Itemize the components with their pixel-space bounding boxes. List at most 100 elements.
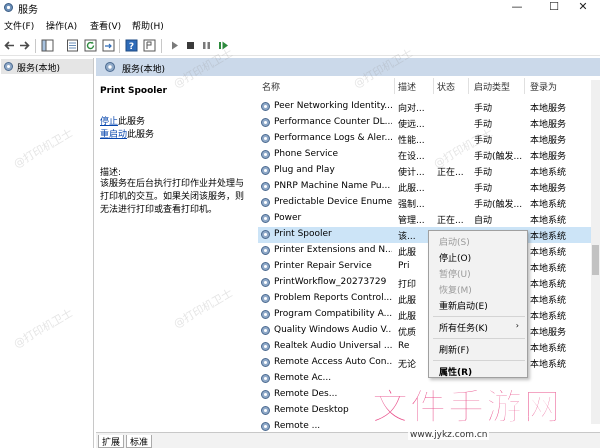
gear-icon [261,182,270,191]
restart-service-row: 重启动此服务 [100,127,154,140]
service-logon-as: 本地系统 [530,216,567,226]
properties-sheet-icon[interactable] [66,39,79,52]
export-list-icon[interactable] [102,39,115,52]
gear-icon [261,358,270,367]
stop-service-row: 停止此服务 [100,114,145,127]
service-name: Print Spooler [274,229,332,239]
tab-extended[interactable]: 扩展 [98,435,125,448]
service-name: Power [274,213,302,223]
stop-service-suffix: 此服务 [118,117,146,127]
service-description: 该服务在后台执行打印作业并处理与打印机的交互。如果关闭该服务，则无法进行打印或查… [100,179,245,215]
tree-item-services-local[interactable]: 服务(本地) [1,59,93,74]
toolbar: ? [0,36,600,56]
service-row[interactable]: Performance Logs & Aler... 性能... 手动 本地服务 [258,131,600,147]
service-description-cell: 管理... [398,216,425,226]
gear-icon [261,134,270,143]
forward-arrow-icon[interactable] [18,39,31,52]
back-arrow-icon[interactable] [3,39,16,52]
scrollbar-thumb[interactable] [592,245,599,275]
service-logon-as: 本地服务 [530,136,567,146]
service-logon-as: 本地服务 [530,184,567,194]
service-name: PNRP Machine Name Pu... [274,181,391,191]
minimize-button[interactable]: — [500,0,534,14]
gear-icon [261,406,270,415]
context-properties[interactable]: 属性(R) [439,365,472,378]
service-detail-pane: Print Spooler 停止此服务 重启动此服务 描述: 该服务在后台执行打… [96,76,250,432]
stop-service-icon[interactable] [184,39,197,52]
service-startup-type: 手动 [474,104,493,114]
gear-icon [105,62,115,72]
service-name-heading: Print Spooler [100,86,167,96]
service-row[interactable]: Plug and Play 使计... 正在... 手动 本地系统 [258,163,600,179]
description-label: 描述: [100,168,122,178]
service-row[interactable]: PNRP Machine Name Pu... 此服... 手动 本地服务 [258,179,600,195]
service-logon-as: 本地系统 [530,312,567,322]
service-name: PrintWorkflow_20273729 [274,277,387,287]
menu-file[interactable]: 文件(F) [4,19,34,32]
service-description-cell: 使远... [398,120,425,130]
logo-text: 文件手游网 [371,387,563,429]
service-description-cell: 强制... [398,200,425,210]
service-startup-type: 自动 [474,216,493,226]
close-button[interactable]: ✕ [566,0,600,14]
service-logon-as: 本地系统 [530,296,567,306]
service-row[interactable]: Power 管理... 正在... 自动 本地系统 [258,211,600,227]
service-name: Phone Service [274,149,339,159]
logo-url: www.jykz.com.cn [408,430,490,440]
service-description-cell: 性能... [398,136,425,146]
column-header-startup-type[interactable]: 启动类型 [474,80,510,93]
service-logon-as: 本地服务 [530,104,567,114]
context-refresh[interactable]: 刷新(F) [439,343,469,356]
service-name: Performance Logs & Aler... [274,133,392,143]
service-description-cell: Pri [398,261,410,271]
help-topics-icon[interactable] [143,39,156,52]
gear-icon [261,150,270,159]
tab-standard[interactable]: 标准 [126,435,153,448]
gear-icon [4,62,13,71]
service-status: 正在... [437,216,464,226]
gear-icon [261,214,270,223]
restart-service-link[interactable]: 重启动 [100,130,127,140]
show-tree-icon[interactable] [41,39,54,52]
service-startup-type: 手动 [474,168,493,178]
vertical-scrollbar[interactable] [591,80,600,424]
context-resume: 恢复(M) [439,286,472,296]
context-restart[interactable]: 重新启动(E) [439,299,488,312]
refresh-icon[interactable] [84,39,97,52]
stop-service-link[interactable]: 停止 [100,117,118,127]
context-stop[interactable]: 停止(O) [439,251,471,264]
gear-icon [261,326,270,335]
gear-icon [261,294,270,303]
menu-action[interactable]: 操作(A) [46,19,77,32]
column-header-name[interactable]: 名称 [262,80,280,93]
gear-icon [261,262,270,271]
service-logon-as: 本地系统 [530,264,567,274]
gear-icon [261,422,270,431]
service-row[interactable]: Performance Counter DL... 使远... 手动 本地服务 [258,115,600,131]
service-row[interactable]: Phone Service 在设... 手动(触发... 本地服务 [258,147,600,163]
service-description-cell: Re [398,341,410,351]
menu-view[interactable]: 查看(V) [90,19,121,32]
pause-service-icon[interactable] [200,39,213,52]
column-header-description[interactable]: 描述 [398,80,416,93]
service-name: Peer Networking Identity... [274,101,392,111]
service-description-cell: 此服 [398,296,417,306]
tree-pane: 服务(本地) [0,58,94,448]
help-icon[interactable]: ? [125,39,138,52]
window-title: 服务 [18,5,38,16]
service-row[interactable]: Predictable Device Enumera... 强制... 手动(触发.… [258,195,600,211]
column-header-logon-as[interactable]: 登录为 [530,80,557,93]
service-name: Program Compatibility A... [274,309,392,319]
service-description-cell: 向对... [398,104,425,114]
column-header-status[interactable]: 状态 [437,80,455,93]
service-description-cell: 在设... [398,152,425,162]
service-row[interactable]: Peer Networking Identity... 向对... 手动 本地服务 [258,99,600,115]
service-name: Remote Access Auto Con... [274,357,392,367]
service-logon-as: 本地系统 [530,168,567,178]
service-startup-type: 手动(触发... [474,152,523,162]
service-description-cell: 该... [398,232,416,242]
context-all-tasks[interactable]: 所有任务(K) [439,321,488,334]
menu-help[interactable]: 帮助(H) [132,19,164,32]
gear-icon [261,310,270,319]
start-service-icon[interactable] [168,39,181,52]
